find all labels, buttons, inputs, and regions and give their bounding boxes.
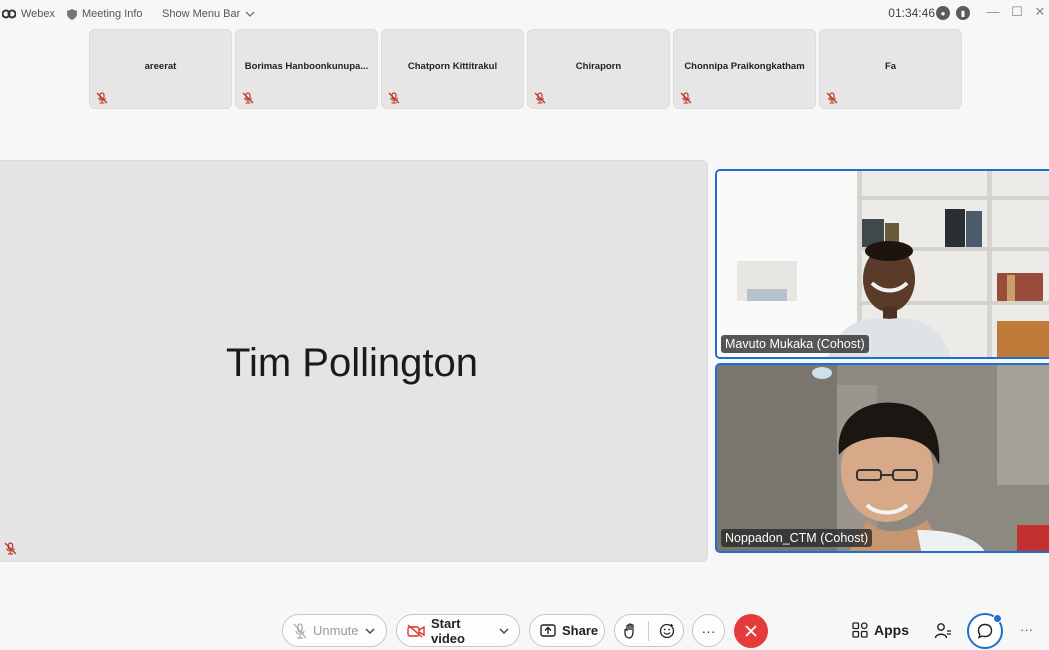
apps-grid-icon	[852, 622, 868, 638]
title-bar: Webex Meeting Info Show Menu Bar 01:34:4…	[0, 0, 1049, 28]
participant-video-feed	[717, 171, 1049, 357]
participant-video-tile[interactable]: Mavuto Mukaka (Cohost)	[715, 169, 1049, 359]
start-video-button[interactable]: Start video	[396, 614, 520, 647]
leave-meeting-button[interactable]	[734, 614, 768, 648]
participants-button[interactable]	[934, 622, 952, 645]
share-label: Share	[562, 623, 599, 638]
shield-icon	[67, 8, 77, 20]
divider	[647, 620, 649, 641]
participant-video-label: Noppadon_CTM (Cohost)	[721, 529, 873, 547]
active-speaker-name: Tim Pollington	[226, 341, 478, 385]
unmute-button[interactable]: Unmute	[282, 614, 387, 647]
participant-name: Chonnipa Praikongkatham	[684, 61, 805, 72]
mic-muted-icon	[4, 542, 17, 555]
participant-video-tile[interactable]: Noppadon_CTM (Cohost)	[715, 363, 1049, 553]
participant-thumbnail[interactable]: Chonnipa Praikongkatham	[673, 29, 816, 109]
show-menu-bar-button[interactable]: Show Menu Bar	[162, 7, 255, 21]
apps-button[interactable]: Apps	[852, 622, 909, 638]
participant-name: areerat	[144, 61, 177, 72]
emoji-reaction-icon[interactable]	[659, 623, 675, 639]
participant-video-label: Mavuto Mukaka (Cohost)	[721, 335, 869, 353]
participant-name: Fa	[884, 61, 897, 72]
mic-muted-icon	[96, 92, 108, 104]
close-window-button[interactable]: ✕	[1030, 4, 1049, 20]
recording-status-icon[interactable]: ●	[936, 6, 950, 20]
apps-label: Apps	[874, 622, 909, 638]
share-screen-icon	[540, 623, 556, 637]
participant-thumbnail[interactable]: Chiraporn	[527, 29, 670, 109]
mic-muted-icon	[826, 92, 838, 104]
mic-muted-icon	[680, 92, 692, 104]
mic-muted-icon	[388, 92, 400, 104]
share-button[interactable]: Share	[529, 614, 605, 647]
more-options-button[interactable]: ···	[692, 614, 725, 647]
participant-name: Chatporn Kittitrakul	[407, 61, 498, 72]
webex-logo-button[interactable]: Webex	[2, 7, 55, 21]
start-video-label: Start video	[431, 615, 465, 646]
chevron-down-icon	[499, 628, 509, 634]
video-off-icon	[407, 623, 425, 638]
participants-icon	[934, 623, 951, 639]
mic-muted-icon	[534, 92, 546, 104]
unmute-label: Unmute	[313, 623, 359, 638]
participant-thumbnail[interactable]: Chatporn Kittitrakul	[381, 29, 524, 109]
chevron-down-icon	[245, 11, 255, 17]
meeting-timer: 01:34:46	[888, 6, 935, 20]
meeting-info-label: Meeting Info	[82, 8, 143, 20]
participant-name: Chiraporn	[575, 61, 622, 72]
minimize-window-button[interactable]: —	[983, 4, 1003, 19]
show-menu-bar-label: Show Menu Bar	[162, 8, 241, 20]
unread-indicator	[993, 614, 1002, 623]
participant-thumbnail[interactable]: Borimas Hanboonkunupa...	[235, 29, 378, 109]
chat-bubble-icon	[977, 623, 993, 639]
participant-thumbnail[interactable]: Fa	[819, 29, 962, 109]
mic-muted-icon	[242, 92, 254, 104]
raise-hand-icon[interactable]	[623, 622, 637, 639]
maximize-window-button[interactable]: ☐	[1007, 4, 1027, 20]
more-options-label: ···	[701, 622, 716, 639]
network-health-icon[interactable]: ▮	[956, 6, 970, 20]
overflow-menu-button[interactable]: ···	[1020, 622, 1033, 637]
mic-muted-icon	[293, 622, 307, 639]
participant-video-feed	[717, 365, 1049, 551]
participant-thumbnail[interactable]: areerat	[89, 29, 232, 109]
active-speaker-stage[interactable]: Tim Pollington	[0, 160, 708, 562]
chat-button[interactable]	[967, 613, 1003, 649]
reactions-group	[614, 614, 684, 647]
chevron-down-icon	[365, 628, 375, 634]
participant-name: Borimas Hanboonkunupa...	[244, 61, 369, 72]
app-name: Webex	[21, 8, 56, 20]
meeting-info-button[interactable]: Meeting Info	[67, 7, 143, 21]
webex-logo-icon	[2, 9, 16, 19]
overflow-menu-label: ···	[1020, 622, 1033, 637]
close-icon	[745, 625, 757, 637]
